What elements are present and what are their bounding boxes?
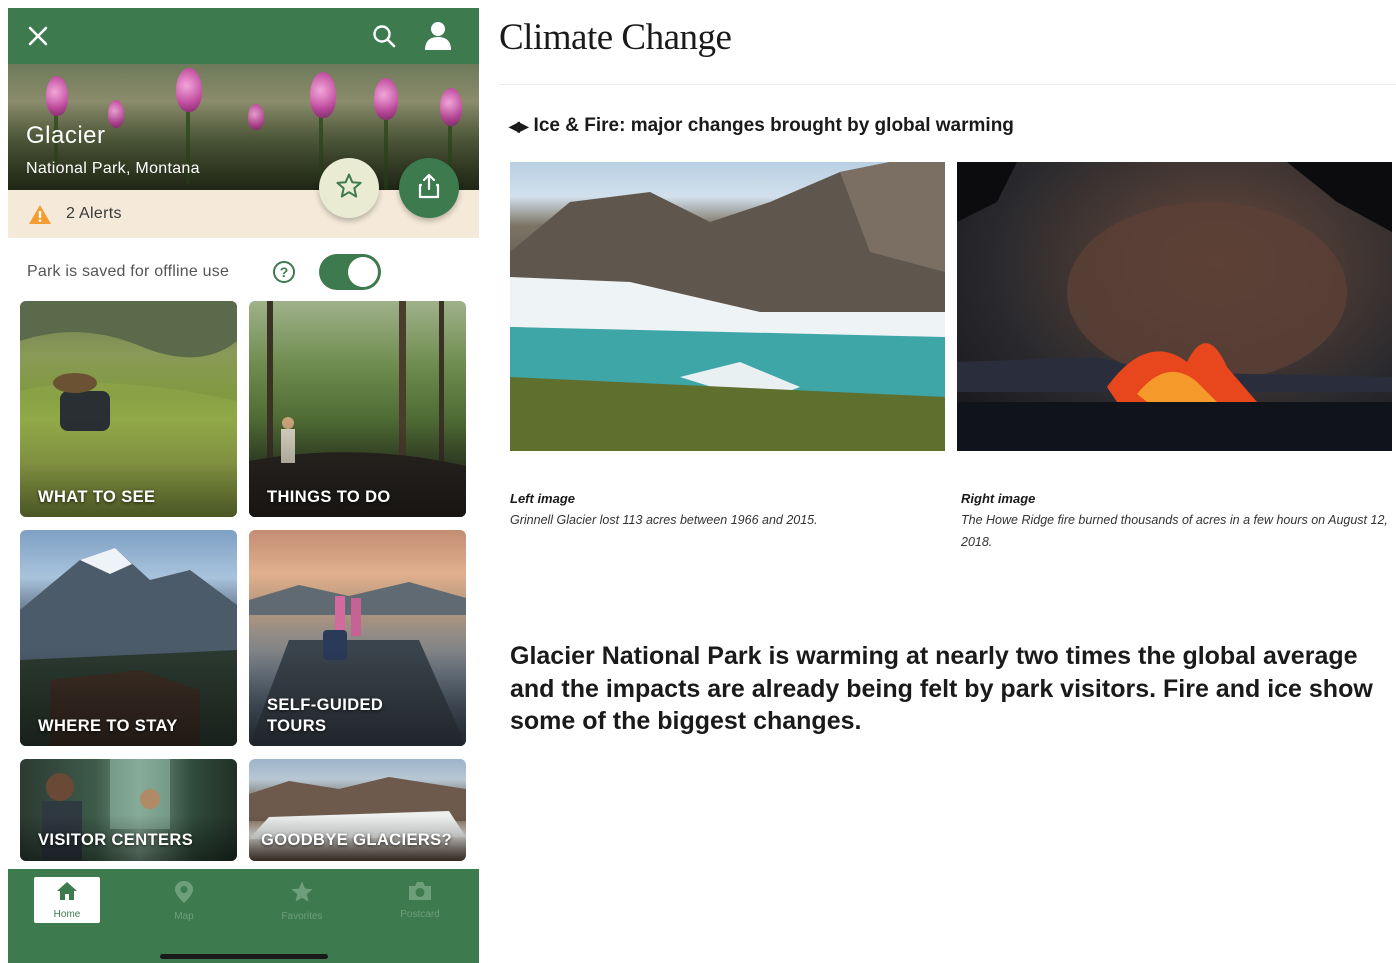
howe-ridge-fire-scene (957, 162, 1392, 451)
tab-home[interactable]: Home (34, 877, 100, 923)
tile-label: SELF-GUIDED TOURS (267, 696, 384, 735)
tile-what-to-see[interactable]: WHAT TO SEE (20, 301, 237, 517)
glacier-photo (510, 162, 945, 451)
offline-label: Park is saved for offline use (27, 263, 230, 280)
right-caption-title: Right image (961, 491, 1036, 506)
warning-icon (28, 204, 52, 230)
section-heading-text: Ice & Fire: major changes brought by glo… (533, 115, 1014, 136)
favorite-button[interactable] (319, 158, 379, 218)
park-app-screen: Glacier National Park, Montana 2 Alerts … (8, 8, 479, 963)
left-caption-title: Left image (510, 491, 576, 506)
star-icon (290, 877, 314, 909)
tile-things-to-do[interactable]: THINGS TO DO (249, 301, 466, 517)
left-caption-text: Grinnell Glacier lost 113 acres between … (510, 513, 818, 527)
tab-favorites[interactable]: Favorites (269, 877, 335, 923)
toggle-knob (348, 257, 378, 287)
tab-label: Map (174, 911, 194, 922)
alerts-count: 2 Alerts (66, 205, 122, 222)
tile-label: WHERE TO STAY (38, 717, 178, 735)
svg-text:?: ? (280, 264, 289, 280)
article-lead: Glacier National Park is warming at near… (510, 642, 1373, 735)
home-indicator (160, 954, 328, 959)
search-icon[interactable] (368, 20, 400, 52)
right-caption-text: The Howe Ridge fire burned thousands of … (961, 513, 1388, 549)
title-divider (499, 84, 1396, 85)
tile-visitor-centers[interactable]: VISITOR CENTERS (20, 759, 237, 861)
tile-label: THINGS TO DO (267, 488, 391, 506)
share-button[interactable] (399, 158, 459, 218)
article-title: Climate Change (499, 17, 732, 58)
tile-label: GOODBYE GLACIERS? (261, 831, 453, 849)
app-header (8, 8, 479, 64)
close-icon[interactable] (22, 20, 54, 52)
tile-label: VISITOR CENTERS (38, 831, 194, 849)
tab-label: Postcard (400, 909, 440, 920)
share-icon (417, 173, 441, 204)
tab-label: Favorites (281, 911, 323, 922)
help-icon[interactable]: ? (272, 260, 296, 289)
camera-icon (407, 877, 433, 907)
home-icon (55, 877, 79, 907)
park-subtitle: National Park, Montana (26, 160, 200, 177)
bottom-tab-bar: Home Map Favorites Postcard (8, 869, 479, 963)
offline-toggle[interactable] (319, 254, 381, 290)
tile-label: WHAT TO SEE (38, 488, 156, 506)
tile-goodbye-glaciers[interactable]: GOODBYE GLACIERS? (249, 759, 466, 861)
grinnell-glacier-scene (510, 162, 945, 451)
tab-postcard[interactable]: Postcard (387, 877, 453, 923)
wildfire-photo (957, 162, 1392, 451)
tab-label: Home (53, 909, 81, 920)
tile-self-guided-tours[interactable]: SELF-GUIDED TOURS (249, 530, 466, 746)
map-pin-icon (173, 877, 195, 909)
tab-map[interactable]: Map (151, 877, 217, 923)
compare-arrows-icon: ◀▶ (509, 117, 528, 134)
star-icon (335, 172, 363, 205)
user-icon[interactable] (422, 20, 454, 52)
section-heading[interactable]: ◀▶ Ice & Fire: major changes brought by … (509, 115, 1014, 137)
park-name: Glacier (26, 122, 106, 149)
tile-where-to-stay[interactable]: WHERE TO STAY (20, 530, 237, 746)
